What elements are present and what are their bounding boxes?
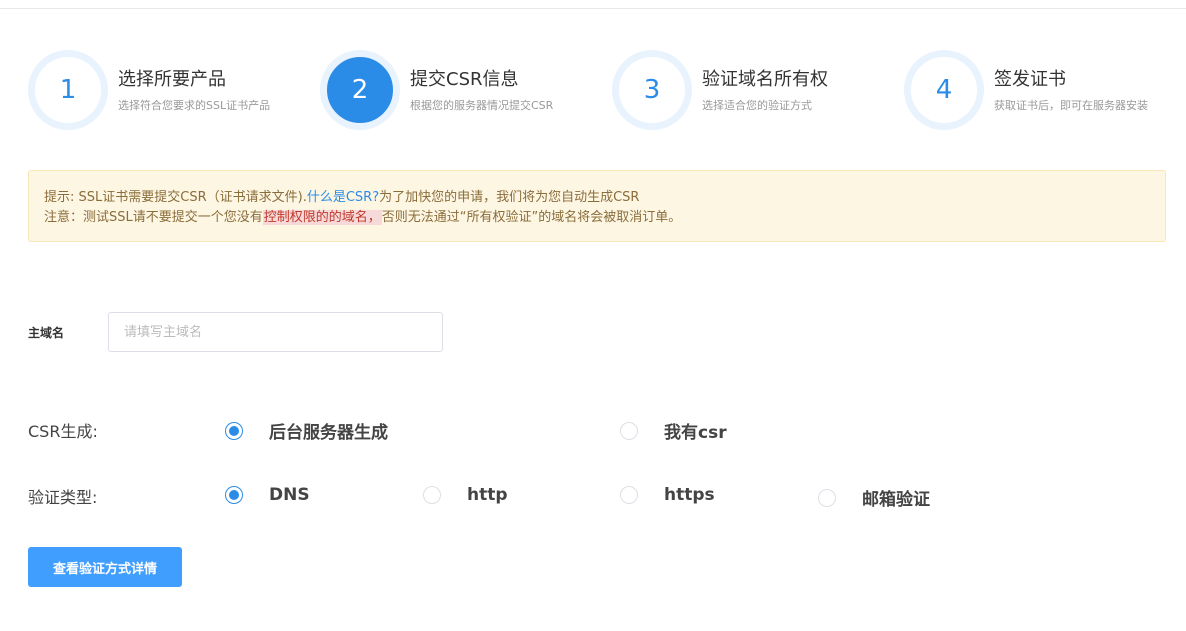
step-1-title: 选择所要产品 [118, 69, 226, 90]
notice-line-2: 注意：测试SSL请不要提交一个您没有控制权限的的域名，否则无法通过“所有权验证”… [44, 208, 1150, 228]
csr-option-own[interactable]: 我有csr [620, 418, 727, 443]
domain-input[interactable] [108, 312, 443, 352]
notice-line-1: 提示: SSL证书需要提交CSR（证书请求文件).什么是CSR?为了加快您的申请… [44, 188, 1150, 208]
verify-option-email-label: 邮箱验证 [862, 490, 930, 510]
verify-option-dns-label: DNS [269, 485, 310, 505]
verify-option-https-label: https [664, 485, 715, 505]
csr-label: CSR生成: [28, 422, 98, 441]
radio-unchecked-icon [818, 488, 836, 507]
step-3-desc: 选择适合您的验证方式 [702, 99, 812, 112]
step-4-number: 4 [904, 50, 984, 130]
radio-checked-icon [225, 421, 243, 440]
verify-option-http[interactable]: http [423, 485, 508, 505]
step-3-title: 验证域名所有权 [702, 69, 828, 90]
notice-line-1-prefix: 提示: SSL证书需要提交CSR（证书请求文件). [44, 190, 307, 205]
domain-label: 主域名 [28, 326, 65, 340]
verify-type-label: 验证类型: [28, 488, 98, 507]
verify-option-https[interactable]: https [620, 485, 715, 505]
radio-unchecked-icon [620, 486, 638, 504]
verify-option-http-label: http [467, 485, 508, 505]
step-1-desc: 选择符合您要求的SSL证书产品 [118, 99, 271, 112]
view-verification-details-button[interactable]: 查看验证方式详情 [28, 547, 182, 587]
radio-checked-icon [225, 486, 243, 504]
csr-notice-box: 提示: SSL证书需要提交CSR（证书请求文件).什么是CSR?为了加快您的申请… [28, 170, 1166, 242]
notice-line-2-suffix: 否则无法通过“所有权验证”的域名将会被取消订单。 [381, 210, 682, 225]
notice-line-1-suffix: 为了加快您的申请，我们将为您自动生成CSR [379, 190, 640, 205]
step-2-number: 2 [320, 50, 400, 130]
progress-steps: 1 选择所要产品 选择符合您要求的SSL证书产品 2 提交CSR信息 根据您的服… [0, 0, 1186, 140]
csr-option-server-label: 后台服务器生成 [269, 423, 388, 443]
radio-unchecked-icon [423, 486, 441, 504]
radio-unchecked-icon [620, 421, 638, 440]
verify-option-email[interactable]: 邮箱验证 [818, 485, 930, 510]
step-1-number: 1 [28, 50, 108, 130]
step-2-title: 提交CSR信息 [410, 69, 519, 90]
verify-option-dns[interactable]: DNS [225, 485, 310, 505]
step-4-desc: 获取证书后，即可在服务器安装 [994, 99, 1148, 112]
notice-line-2-prefix: 注意：测试SSL请不要提交一个您没有 [44, 210, 263, 225]
csr-option-own-label: 我有csr [664, 423, 727, 443]
notice-highlight: 控制权限的的域名， [262, 210, 382, 225]
step-4-title: 签发证书 [994, 69, 1066, 90]
step-3-number: 3 [612, 50, 692, 130]
what-is-csr-link[interactable]: 什么是CSR? [307, 190, 379, 205]
csr-option-server[interactable]: 后台服务器生成 [225, 418, 388, 443]
step-2-desc: 根据您的服务器情况提交CSR [410, 99, 554, 112]
